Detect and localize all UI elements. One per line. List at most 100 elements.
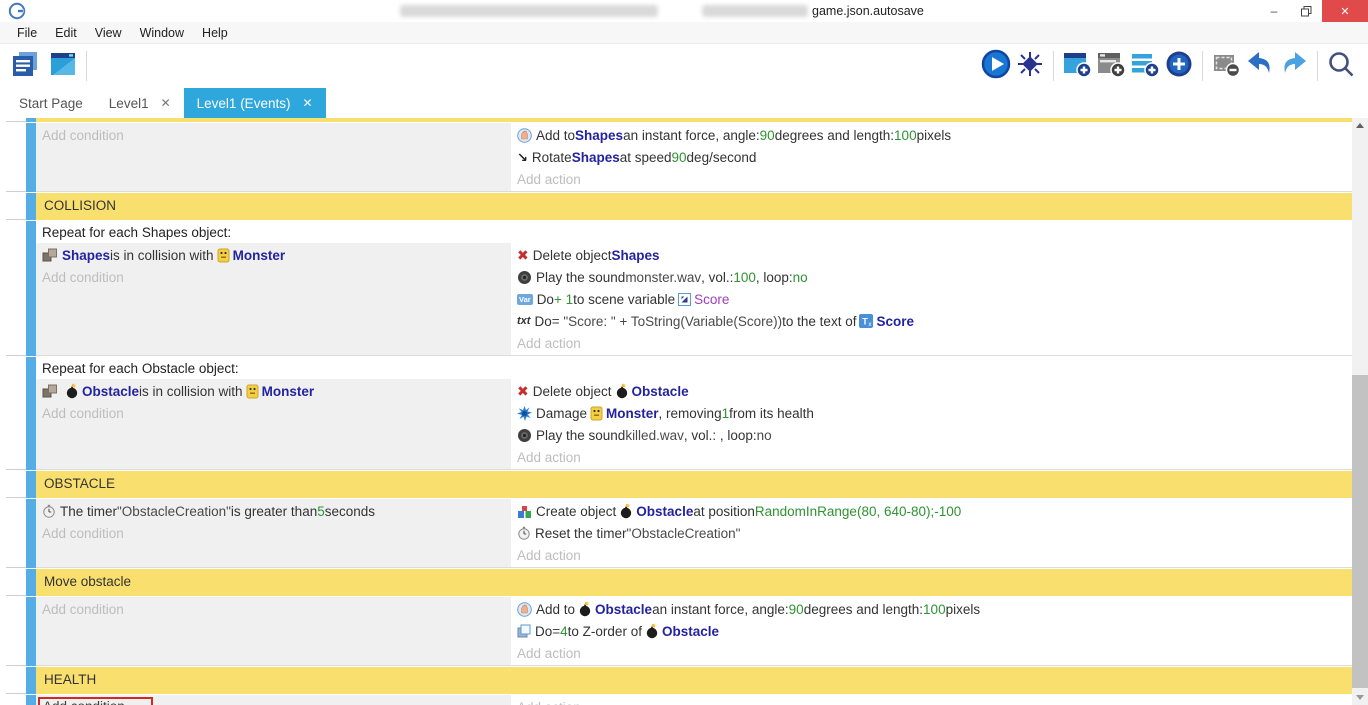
menu-item-window[interactable]: Window (131, 26, 193, 40)
minimize-button[interactable]: – (1258, 0, 1290, 22)
menu-item-file[interactable]: File (8, 26, 46, 40)
condition-line[interactable]: Shapes is in collision with Monster (36, 244, 511, 266)
comment-row[interactable]: HEALTH (26, 667, 1352, 694)
action-line[interactable]: Create object Obstacle at position Rando… (511, 500, 1352, 522)
action-line[interactable]: Damage Monster, removing 1 from its heal… (511, 402, 1352, 424)
menu-item-help[interactable]: Help (193, 26, 237, 40)
condition-line[interactable]: The timer "ObstacleCreation" is greater … (36, 500, 511, 522)
add-action-button[interactable]: Add action (517, 450, 581, 465)
conditions-column[interactable]: Add condition (36, 597, 511, 665)
add-condition-button[interactable]: Add condition (43, 699, 125, 705)
action-line[interactable]: Add action (511, 446, 1352, 468)
tab-level1-events[interactable]: Level1 (Events)✕ (184, 88, 326, 118)
action-line[interactable]: Add action (511, 332, 1352, 354)
actions-column[interactable]: ✖Delete object ObstacleDamage Monster, r… (511, 379, 1352, 469)
action-line[interactable]: Add to Obstacle an instant force, angle:… (511, 598, 1352, 620)
event-row[interactable]: The timer "ObstacleCreation" is greater … (26, 499, 1352, 568)
redo-button[interactable] (1277, 49, 1311, 83)
actions-column[interactable]: Create object Obstacle at position Rando… (511, 499, 1352, 567)
conditions-column[interactable]: Obstacle is in collision with MonsterAdd… (36, 379, 511, 469)
add-subevent-button[interactable] (1094, 49, 1128, 83)
play-button[interactable] (979, 49, 1013, 83)
scroll-down-arrow[interactable] (1352, 690, 1368, 705)
actions-column[interactable]: Add action (511, 695, 1352, 705)
text-segment[interactable]: Score (876, 314, 914, 329)
condition-line[interactable]: Add condition (36, 696, 511, 705)
menu-item-view[interactable]: View (86, 26, 131, 40)
condition-line[interactable]: Add condition (36, 402, 511, 424)
comment-row[interactable]: COLLISION (26, 193, 1352, 220)
add-circle-button[interactable] (1162, 49, 1196, 83)
event-handle[interactable] (26, 471, 36, 498)
project-manager-button[interactable] (8, 49, 42, 83)
delete-event-button[interactable] (1209, 49, 1243, 83)
event-handle[interactable] (26, 221, 36, 356)
event-row[interactable]: Add condition Add to Shapes an instant fo… (26, 123, 1352, 192)
event-handle[interactable] (26, 667, 36, 694)
action-line[interactable]: ✖Delete object Obstacle (511, 380, 1352, 402)
comment-row[interactable]: Move obstacle (26, 569, 1352, 596)
add-action-button[interactable]: Add action (517, 548, 581, 563)
event-handle[interactable] (26, 569, 36, 596)
text-segment[interactable]: Shapes (572, 150, 620, 165)
event-handle[interactable] (26, 193, 36, 220)
event-handle[interactable] (26, 597, 36, 666)
event-header[interactable]: Repeat for each Obstacle object: (36, 357, 1352, 379)
add-condition-button[interactable]: Add condition (42, 270, 124, 285)
add-condition-button[interactable]: Add condition (42, 602, 124, 617)
text-segment[interactable]: Shapes (575, 128, 623, 143)
text-segment[interactable]: Monster (606, 406, 659, 421)
add-condition-button[interactable]: Add condition (42, 128, 124, 143)
scrollbar-thumb[interactable] (1352, 375, 1368, 688)
action-line[interactable]: txtDo = "Score: " + ToString(Variable(Sc… (511, 310, 1352, 332)
text-segment[interactable]: Obstacle (662, 624, 719, 639)
comment-label[interactable]: HEALTH (36, 667, 1352, 694)
search-button[interactable] (1324, 49, 1358, 83)
tab-level1[interactable]: Level1✕ (96, 88, 184, 118)
actions-column[interactable]: Add to Shapes an instant force, angle: 9… (511, 123, 1352, 191)
comment-row[interactable]: OBSTACLE (26, 471, 1352, 498)
debug-button[interactable] (1013, 49, 1047, 83)
comment-label[interactable]: OBSTACLE (36, 471, 1352, 498)
action-line[interactable]: Do = 4 to Z-order of Obstacle (511, 620, 1352, 642)
tab-close-icon[interactable]: ✕ (161, 96, 171, 110)
menu-item-edit[interactable]: Edit (46, 26, 86, 40)
text-segment[interactable]: Obstacle (636, 504, 693, 519)
event-handle[interactable] (26, 695, 36, 705)
text-segment[interactable]: Obstacle (82, 384, 139, 399)
actions-column[interactable]: ✖Delete object ShapesPlay the sound mons… (511, 243, 1352, 355)
text-segment[interactable]: Monster (262, 384, 315, 399)
event-handle[interactable] (26, 357, 36, 470)
event-handle[interactable] (26, 123, 36, 192)
condition-line[interactable]: Add condition (36, 124, 511, 146)
text-segment[interactable]: Shapes (612, 248, 660, 263)
comment-label[interactable]: Move obstacle (36, 569, 1352, 596)
add-comment-button[interactable] (1128, 49, 1162, 83)
scene-editor-button[interactable] (46, 49, 80, 83)
condition-line[interactable]: Obstacle is in collision with Monster (36, 380, 511, 402)
event-row[interactable]: Add condition Add action (26, 695, 1352, 705)
close-button[interactable]: ✕ (1322, 0, 1368, 22)
conditions-column[interactable]: The timer "ObstacleCreation" is greater … (36, 499, 511, 567)
condition-line[interactable]: Add condition (36, 598, 511, 620)
action-line[interactable]: ↘Rotate Shapes at speed 90deg/second (511, 146, 1352, 168)
text-segment[interactable]: Monster (233, 248, 286, 263)
text-segment[interactable]: Obstacle (632, 384, 689, 399)
condition-line[interactable]: Add condition (36, 522, 511, 544)
vertical-scrollbar[interactable] (1352, 118, 1368, 705)
action-line[interactable]: Add action (511, 642, 1352, 664)
action-line[interactable]: Add action (511, 168, 1352, 190)
action-line[interactable]: VarDo + 1 to scene variable Score (511, 288, 1352, 310)
event-header[interactable]: Repeat for each Shapes object: (36, 221, 1352, 243)
conditions-column[interactable]: Add condition (36, 123, 511, 191)
action-line[interactable]: Add action (511, 544, 1352, 566)
text-segment[interactable]: Shapes (62, 248, 110, 263)
event-row[interactable]: Repeat for each Obstacle object:Obstacle… (26, 357, 1352, 470)
conditions-column[interactable]: Shapes is in collision with Monster Add c… (36, 243, 511, 355)
event-handle[interactable] (26, 499, 36, 568)
add-action-button[interactable]: Add action (517, 336, 581, 351)
undo-button[interactable] (1243, 49, 1277, 83)
add-condition-button[interactable]: Add condition (42, 526, 124, 541)
add-action-button[interactable]: Add action (517, 172, 581, 187)
conditions-column[interactable]: Add condition (36, 695, 511, 705)
